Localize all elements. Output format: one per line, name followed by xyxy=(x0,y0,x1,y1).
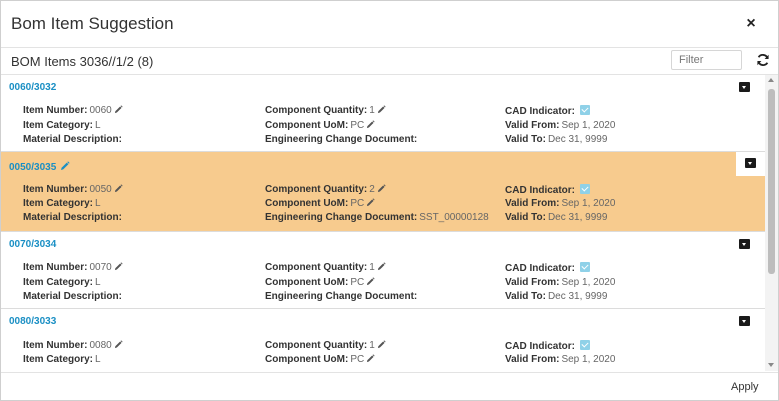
list-item[interactable]: 0080/3033 Item Number: 0080 Item Category… xyxy=(1,309,765,371)
pencil-icon[interactable] xyxy=(366,120,375,129)
item-header-link[interactable]: 0080/3033 xyxy=(9,316,56,327)
checkbox-checked-icon[interactable] xyxy=(580,184,590,194)
chevron-down-icon[interactable] xyxy=(745,158,756,168)
material-description-field: Material Description: xyxy=(23,212,122,223)
bom-items-list: 0060/3032 Item Number: 0060 Item Category… xyxy=(1,75,765,371)
cad-indicator-field: CAD Indicator: xyxy=(505,262,590,274)
item-number-field: Item Number: 0070 xyxy=(23,262,123,273)
material-description-field: Material Description: xyxy=(23,134,122,145)
dialog-header: Bom Item Suggestion × xyxy=(1,1,778,48)
valid-to-field: Valid To: Dec 31, 9999 xyxy=(505,134,608,145)
chevron-down-icon[interactable] xyxy=(739,239,750,249)
valid-from-field: Valid From: Sep 1, 2020 xyxy=(505,198,616,209)
component-uom-field: Component UoM: PC xyxy=(265,277,375,288)
pencil-icon[interactable] xyxy=(377,184,386,193)
component-quantity-field: Component Quantity: 1 xyxy=(265,105,386,116)
component-uom-field: Component UoM: PC xyxy=(265,120,375,131)
valid-to-field: Valid To: Dec 31, 9999 xyxy=(505,291,608,302)
item-header-link[interactable]: 0050/3035 xyxy=(9,161,70,173)
bom-items-heading: BOM Items 3036//1/2 (8) xyxy=(11,54,154,69)
chevron-down-icon[interactable] xyxy=(739,316,750,326)
engineering-change-document-field: Engineering Change Document: SST_00000128 xyxy=(265,212,489,223)
item-category-field: Item Category: L xyxy=(23,277,101,288)
pencil-icon[interactable] xyxy=(114,105,123,114)
pencil-icon[interactable] xyxy=(60,161,70,171)
pencil-icon[interactable] xyxy=(114,262,123,271)
checkbox-checked-icon[interactable] xyxy=(580,105,590,115)
checkbox-checked-icon[interactable] xyxy=(580,340,590,350)
item-number-field: Item Number: 0080 xyxy=(23,340,123,351)
cad-indicator-field: CAD Indicator: xyxy=(505,340,590,352)
valid-from-field: Valid From: Sep 1, 2020 xyxy=(505,277,616,288)
component-quantity-field: Component Quantity: 1 xyxy=(265,262,386,273)
item-category-field: Item Category: L xyxy=(23,120,101,131)
item-header-link[interactable]: 0060/3032 xyxy=(9,82,56,93)
engineering-change-document-field: Engineering Change Document: xyxy=(265,134,418,145)
material-description-field: Material Description: xyxy=(23,291,122,302)
cad-indicator-field: CAD Indicator: xyxy=(505,184,590,196)
close-icon[interactable]: × xyxy=(743,15,759,33)
vertical-scrollbar[interactable] xyxy=(765,75,778,371)
pencil-icon[interactable] xyxy=(366,277,375,286)
item-number-field: Item Number: 0060 xyxy=(23,105,123,116)
list-item[interactable]: 0070/3034 Item Number: 0070 Item Category… xyxy=(1,232,765,309)
valid-to-field: Valid To: Dec 31, 9999 xyxy=(505,212,608,223)
scroll-down-icon[interactable] xyxy=(768,363,774,367)
pencil-icon[interactable] xyxy=(366,354,375,363)
cad-indicator-field: CAD Indicator: xyxy=(505,105,590,117)
checkbox-checked-icon[interactable] xyxy=(580,262,590,272)
valid-from-field: Valid From: Sep 1, 2020 xyxy=(505,120,616,131)
pencil-icon[interactable] xyxy=(114,184,123,193)
apply-button[interactable]: Apply xyxy=(731,381,759,393)
component-quantity-field: Component Quantity: 2 xyxy=(265,184,386,195)
component-uom-field: Component UoM: PC xyxy=(265,198,375,209)
dialog-title: Bom Item Suggestion xyxy=(11,14,174,33)
refresh-icon[interactable] xyxy=(756,53,770,67)
item-number-field: Item Number: 0050 xyxy=(23,184,123,195)
scroll-up-icon[interactable] xyxy=(768,78,774,82)
pencil-icon[interactable] xyxy=(377,105,386,114)
chevron-down-icon[interactable] xyxy=(739,82,750,92)
item-category-field: Item Category: L xyxy=(23,198,101,209)
scrollbar-thumb[interactable] xyxy=(768,89,775,274)
pencil-icon[interactable] xyxy=(377,340,386,349)
item-category-field: Item Category: L xyxy=(23,354,101,365)
pencil-icon[interactable] xyxy=(377,262,386,271)
valid-from-field: Valid From: Sep 1, 2020 xyxy=(505,354,616,365)
dialog-footer: Apply xyxy=(1,372,778,401)
pencil-icon[interactable] xyxy=(366,198,375,207)
list-item-selected[interactable]: 0050/3035 Item Number: 0050 Item Category… xyxy=(1,152,765,232)
collapse-button[interactable] xyxy=(736,152,765,176)
pencil-icon[interactable] xyxy=(114,340,123,349)
engineering-change-document-field: Engineering Change Document: xyxy=(265,291,418,302)
component-quantity-field: Component Quantity: 1 xyxy=(265,340,386,351)
component-uom-field: Component UoM: PC xyxy=(265,354,375,365)
item-header-link[interactable]: 0070/3034 xyxy=(9,239,56,250)
toolbar: BOM Items 3036//1/2 (8) xyxy=(1,48,778,75)
list-item[interactable]: 0060/3032 Item Number: 0060 Item Category… xyxy=(1,75,765,152)
filter-input[interactable] xyxy=(671,50,742,70)
bom-item-suggestion-dialog: Bom Item Suggestion × BOM Items 3036//1/… xyxy=(0,0,779,401)
